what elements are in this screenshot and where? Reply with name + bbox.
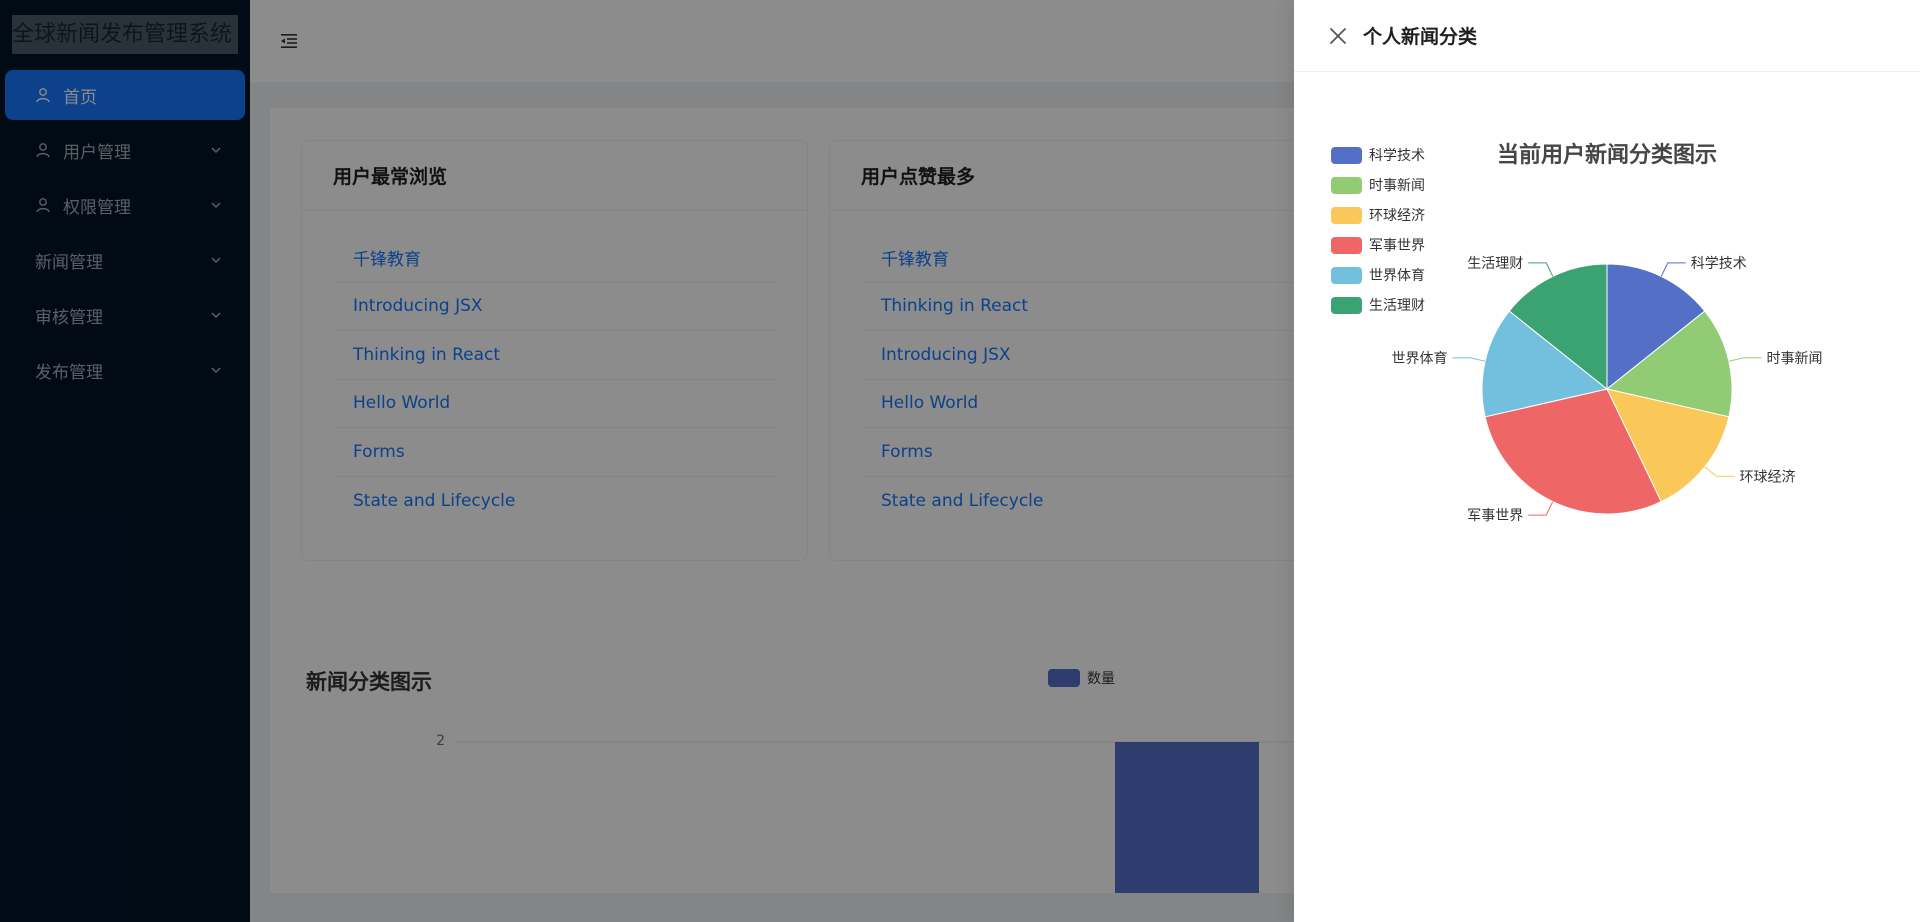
legend-swatch[interactable]	[1331, 297, 1362, 314]
label-leader-line	[1728, 357, 1762, 362]
legend-label[interactable]: 科学技术	[1369, 148, 1425, 164]
legend-label[interactable]: 生活理财	[1369, 298, 1425, 314]
slice-label: 时事新闻	[1766, 351, 1822, 367]
legend-swatch[interactable]	[1331, 207, 1362, 224]
legend-label[interactable]: 世界体育	[1369, 268, 1425, 284]
pie-chart: 当前用户新闻分类图示科学技术时事新闻环球经济军事世界世界体育生活理财科学技术时事…	[1331, 142, 1822, 524]
drawer-header: 个人新闻分类	[1294, 0, 1920, 72]
label-leader-line	[1704, 466, 1735, 477]
label-leader-line	[1528, 262, 1554, 277]
close-icon[interactable]	[1328, 26, 1348, 46]
legend-swatch[interactable]	[1331, 147, 1362, 164]
slice-label: 军事世界	[1467, 508, 1523, 524]
pie-chart-title: 当前用户新闻分类图示	[1497, 142, 1717, 168]
drawer: 个人新闻分类 当前用户新闻分类图示 科学技术 时事新闻 环球经济 军事世界 世界体育 生活理…	[1294, 0, 1920, 922]
label-leader-line	[1660, 262, 1686, 277]
drawer-title: 个人新闻分类	[1363, 26, 1478, 48]
legend-swatch[interactable]	[1331, 267, 1362, 284]
label-leader-line	[1528, 501, 1554, 516]
label-leader-line	[1452, 357, 1486, 362]
legend-swatch[interactable]	[1331, 177, 1362, 194]
legend-label[interactable]: 军事世界	[1369, 238, 1425, 254]
slice-label: 科学技术	[1691, 256, 1747, 272]
slice-label: 环球经济	[1739, 469, 1795, 485]
legend-label[interactable]: 环球经济	[1369, 208, 1425, 224]
legend-swatch[interactable]	[1331, 237, 1362, 254]
slice-label: 生活理财	[1467, 256, 1523, 272]
legend-label[interactable]: 时事新闻	[1369, 178, 1425, 194]
slice-label: 世界体育	[1392, 351, 1448, 367]
